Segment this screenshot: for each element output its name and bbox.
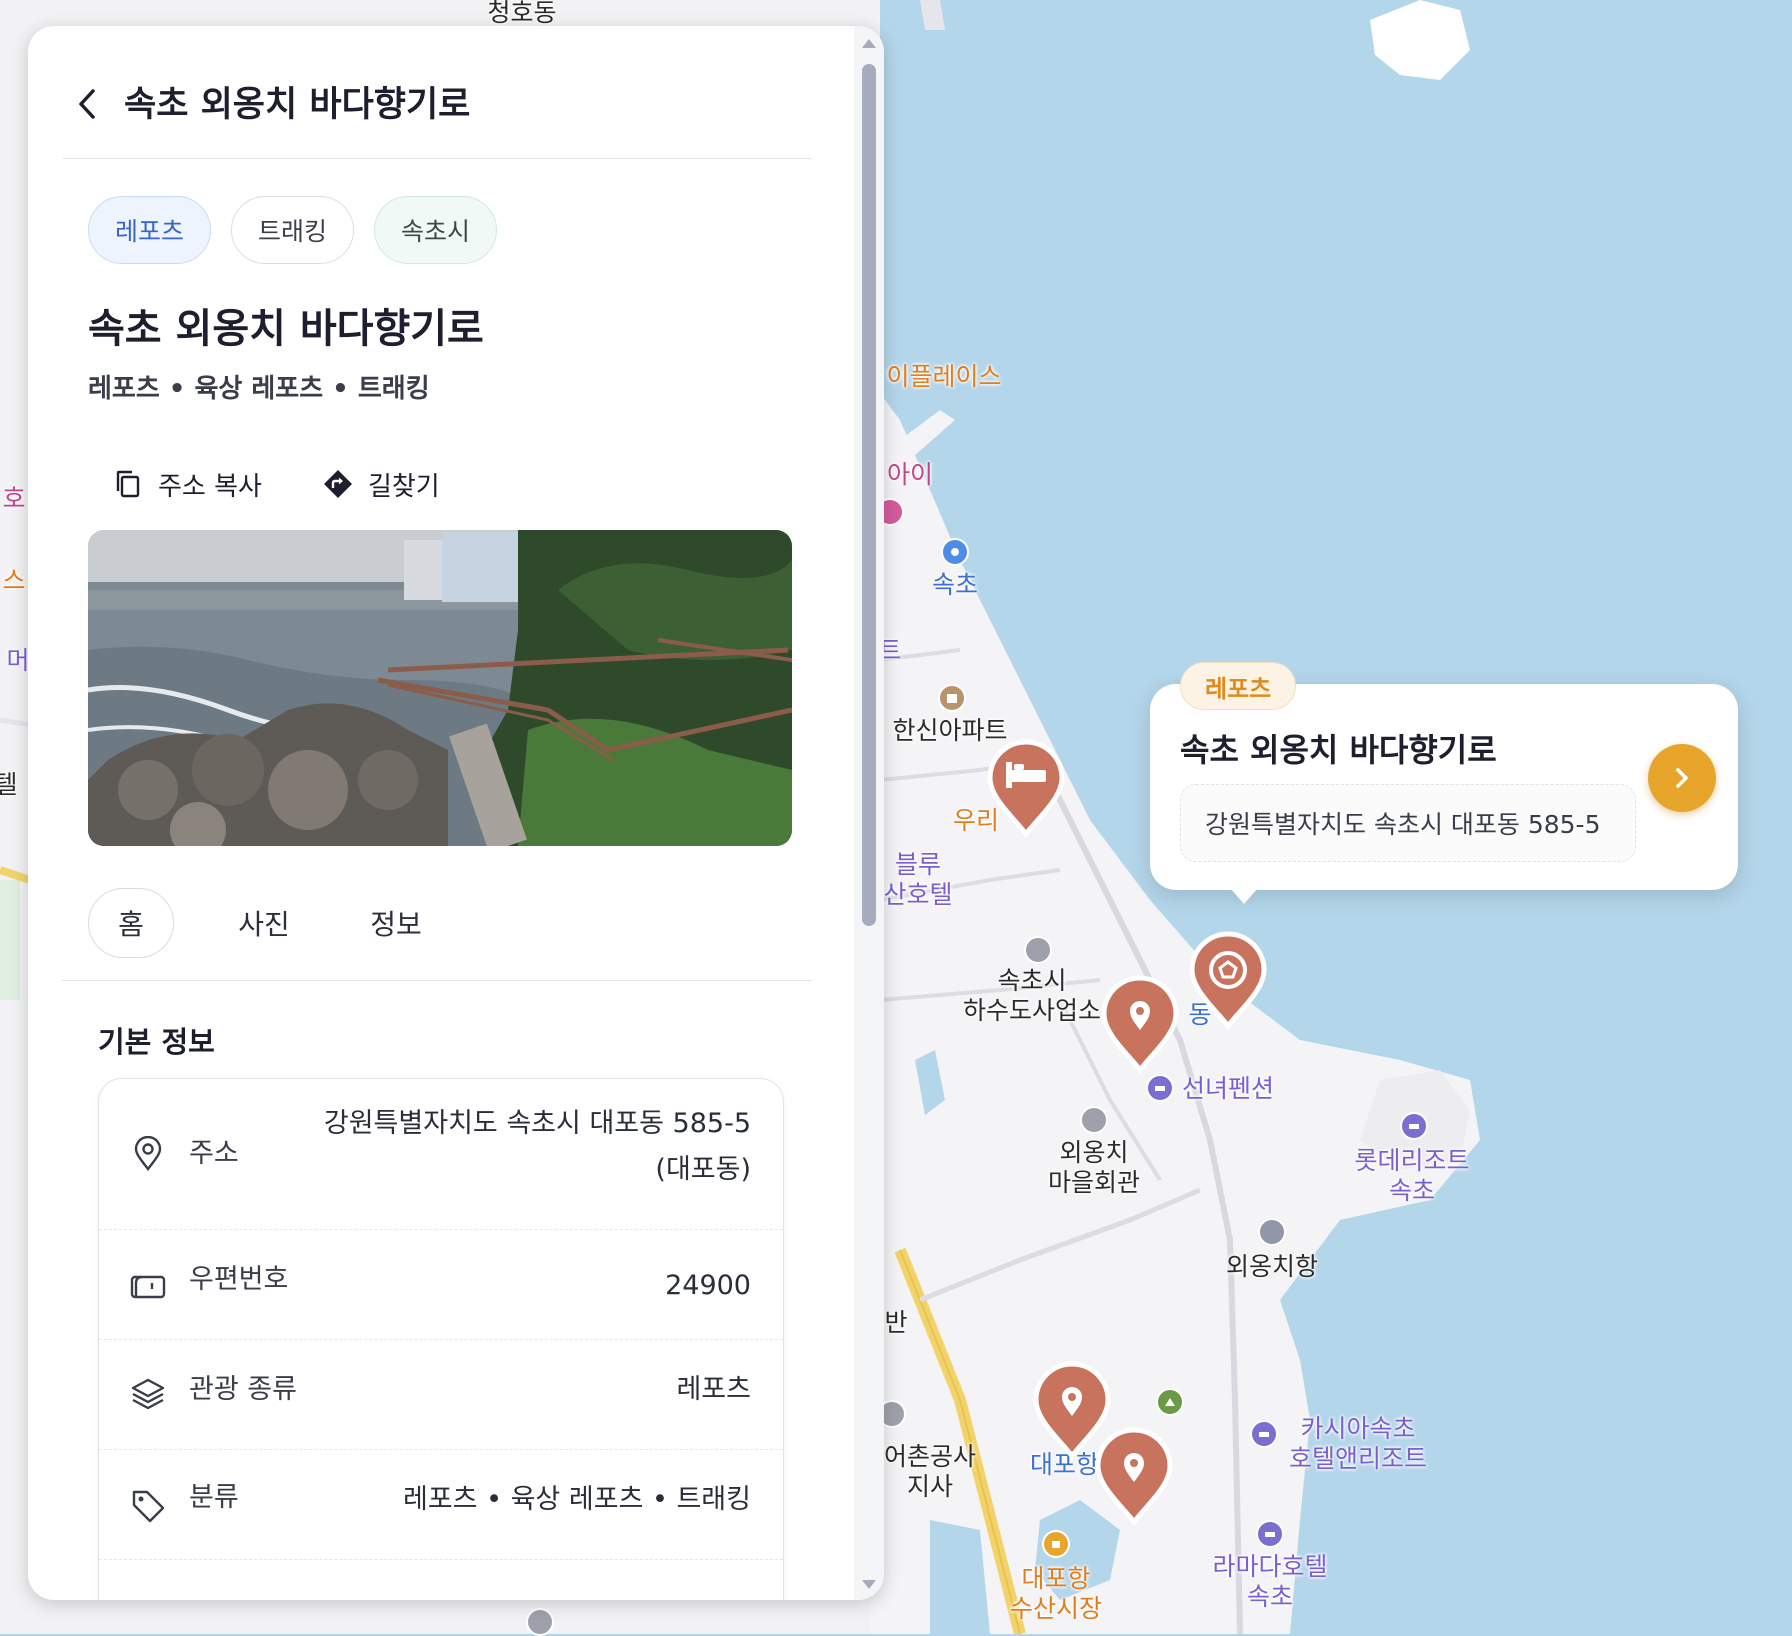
copy-address-button[interactable]: 주소 복사 <box>112 462 262 506</box>
category-value: 레포츠 • 육상 레포츠 • 트래킹 <box>402 1484 751 1515</box>
map-label[interactable]: 라마다호텔 속초 <box>1212 1552 1327 1612</box>
map-label[interactable]: 아이 <box>887 460 933 490</box>
map-label[interactable]: 롯데리조트 속초 <box>1354 1146 1469 1206</box>
tag-icon <box>129 1487 167 1525</box>
tab-bar: 홈 사진 정보 <box>88 888 446 958</box>
poi-market-icon[interactable] <box>1042 1530 1070 1558</box>
panel-content[interactable]: 속초 외옹치 바다향기로 레포츠 트래킹 속초시 속초 외옹치 바다향기로 레포… <box>28 26 854 1600</box>
category-label: 분류 <box>189 1482 239 1513</box>
map-pin-icon <box>129 1135 167 1173</box>
map-label[interactable]: 스 <box>2 566 25 596</box>
postal-label: 우편번호 <box>189 1264 289 1295</box>
tab-info[interactable]: 정보 <box>346 888 446 958</box>
address-line1: 강원특별자치도 속초시 대포동 585-5 <box>323 1108 751 1139</box>
popup-detail-button[interactable] <box>1648 744 1716 812</box>
copy-address-label: 주소 복사 <box>158 471 262 502</box>
info-row-type: 관광 종류 레포츠 <box>99 1339 783 1450</box>
coastal-boardwalk-image <box>88 530 792 846</box>
action-row: 주소 복사 길찾기 <box>112 462 440 506</box>
poi-lotte-icon[interactable] <box>1400 1112 1428 1140</box>
map-label[interactable]: 블루 산호텔 <box>883 850 952 910</box>
info-row-category: 분류 레포츠 • 육상 레포츠 • 트래킹 <box>99 1449 783 1560</box>
poi-village-hall-icon[interactable] <box>1080 1106 1108 1134</box>
basic-info-card: 주소 강원특별자치도 속초시 대포동 585-5 (대포동) 우편번호 2490… <box>98 1078 784 1600</box>
chip-trekking[interactable]: 트래킹 <box>231 196 355 264</box>
map-label[interactable]: 청호동 <box>487 0 556 28</box>
poi-ramada-icon[interactable] <box>1256 1520 1284 1548</box>
map-label[interactable]: 이플레이스 <box>886 362 1001 392</box>
chip-leisure[interactable]: 레포츠 <box>88 196 212 264</box>
chip-city[interactable]: 속초시 <box>374 196 498 264</box>
map-label[interactable]: 외옹치항 <box>1226 1252 1318 1282</box>
chevron-left-icon <box>79 89 95 119</box>
panel-scrollbar[interactable] <box>854 26 884 1600</box>
poi-bottom-icon[interactable] <box>526 1608 554 1636</box>
map-label[interactable]: 호 <box>2 484 25 514</box>
header-title: 속초 외옹치 바다향기로 <box>124 85 471 125</box>
poi-sokcho-icon[interactable] <box>941 538 969 566</box>
map-label[interactable]: 대포항 수산시장 <box>1010 1564 1102 1624</box>
back-button[interactable] <box>68 84 108 124</box>
poi-apartment-icon[interactable] <box>938 684 966 712</box>
mailbox-icon <box>129 1267 167 1305</box>
scroll-down-arrow-icon[interactable] <box>860 1578 878 1592</box>
map-marker-sports[interactable] <box>1186 930 1270 1031</box>
tab-photos[interactable]: 사진 <box>214 888 314 958</box>
map-label[interactable]: 텔 <box>0 770 18 800</box>
map-marker-place-1[interactable] <box>1098 974 1182 1075</box>
scroll-up-arrow-icon[interactable] <box>860 36 878 50</box>
tab-divider <box>62 980 812 981</box>
poi-pension-icon[interactable] <box>1146 1074 1174 1102</box>
type-value: 레포츠 <box>676 1374 751 1405</box>
poi-sewage-icon[interactable] <box>1024 936 1052 964</box>
poi-mountain-icon[interactable] <box>1156 1388 1184 1416</box>
scrollbar-thumb[interactable] <box>862 64 876 926</box>
address-line2: (대포동) <box>655 1154 751 1185</box>
copy-icon <box>112 468 144 500</box>
detail-panel: 속초 외옹치 바다향기로 레포츠 트래킹 속초시 속초 외옹치 바다향기로 레포… <box>28 26 884 1600</box>
map-label[interactable]: 속초시 하수도사업소 <box>963 966 1101 1026</box>
popup-title: 속초 외옹치 바다향기로 <box>1180 731 1497 769</box>
place-popup[interactable]: 레포츠 속초 외옹치 바다향기로 강원특별자치도 속초시 대포동 585-5 <box>1150 662 1738 904</box>
poi-cassia-icon[interactable] <box>1250 1420 1278 1448</box>
directions-label: 길찾기 <box>367 471 440 502</box>
layers-icon <box>129 1375 167 1413</box>
directions-button[interactable]: 길찾기 <box>322 462 440 506</box>
directions-icon <box>322 468 354 500</box>
place-title: 속초 외옹치 바다향기로 <box>88 306 484 352</box>
address-label: 주소 <box>189 1138 239 1169</box>
map-label[interactable]: 외옹치 마을회관 <box>1048 1138 1140 1198</box>
basic-info-title: 기본 정보 <box>98 1025 215 1059</box>
map-label[interactable]: 어촌공사 지사 <box>884 1442 976 1502</box>
type-label: 관광 종류 <box>189 1374 297 1405</box>
info-row-postal: 우편번호 24900 <box>99 1229 783 1340</box>
place-photo[interactable] <box>88 530 792 846</box>
popup-pointer <box>1230 888 1258 904</box>
map-label[interactable]: 카시아속초 호텔앤리조트 <box>1289 1414 1427 1474</box>
info-row-address: 주소 강원특별자치도 속초시 대포동 585-5 (대포동) <box>99 1079 783 1230</box>
map-label[interactable]: 선녀펜션 <box>1182 1074 1274 1104</box>
map-marker-place-3[interactable] <box>1092 1426 1176 1527</box>
map-label[interactable]: 속초 <box>932 570 978 600</box>
tag-chips: 레포츠 트래킹 속초시 <box>88 196 498 264</box>
postal-value: 24900 <box>665 1270 751 1301</box>
popup-address: 강원특별자치도 속초시 대포동 585-5 <box>1180 784 1636 862</box>
map-label[interactable]: 반 <box>884 1308 907 1338</box>
tab-home[interactable]: 홈 <box>88 888 174 958</box>
place-subcategory: 레포츠 • 육상 레포츠 • 트래킹 <box>88 374 430 404</box>
popup-category-badge: 레포츠 <box>1180 662 1297 710</box>
poi-port-icon[interactable] <box>1258 1218 1286 1246</box>
map-marker-hotel[interactable] <box>984 738 1068 839</box>
chevron-right-icon <box>1676 768 1688 788</box>
map-label[interactable]: 머 <box>6 646 29 676</box>
